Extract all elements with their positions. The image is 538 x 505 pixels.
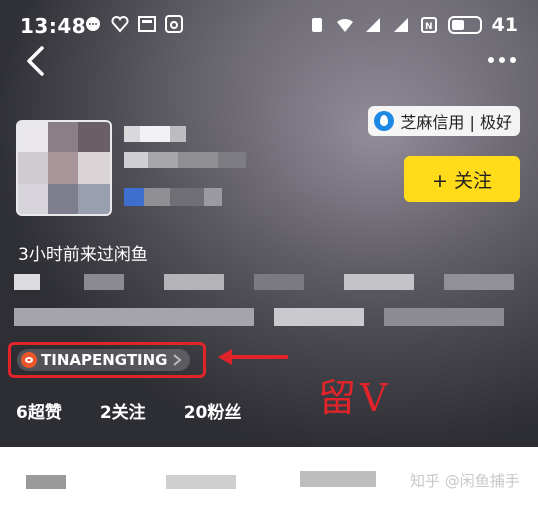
more-options-icon[interactable] <box>488 57 516 63</box>
follow-button[interactable]: + 关注 <box>404 156 520 202</box>
weibo-icon <box>21 352 37 368</box>
tab-placeholder-3[interactable] <box>300 471 376 487</box>
weibo-link[interactable]: TINAPENGTING <box>17 349 190 371</box>
stat-followers[interactable]: 20粉丝 <box>184 398 242 423</box>
user-tags-redacted <box>124 188 222 206</box>
sesame-credit-icon <box>374 111 395 131</box>
weibo-handle: TINAPENGTING <box>41 351 168 369</box>
user-avatar[interactable] <box>16 120 112 216</box>
back-arrow-icon[interactable] <box>24 44 46 78</box>
profile-stats: 6超赞 2关注 20粉丝 <box>16 398 241 423</box>
chat-bubble-icon <box>86 17 100 31</box>
weibo-link-highlight: TINAPENGTING <box>8 342 206 378</box>
nfc-icon: N <box>420 17 437 33</box>
battery-icon <box>447 16 482 34</box>
bio-redacted <box>14 274 524 332</box>
user-subinfo-redacted <box>124 152 246 168</box>
username-redacted <box>124 126 186 142</box>
sesame-credit-text: 芝麻信用 | 极好 <box>400 113 512 132</box>
signal-4g-icon-2 <box>393 18 408 32</box>
source-watermark: 知乎 @闲鱼捕手 <box>410 472 520 490</box>
stat-likes[interactable]: 6超赞 <box>16 398 62 423</box>
wifi-icon <box>336 18 353 32</box>
tab-placeholder-1[interactable] <box>26 475 66 489</box>
status-bar: 13:48 N 41 <box>0 0 538 50</box>
last-active-text: 3小时前来过闲鱼 <box>18 245 148 265</box>
status-left-icons <box>84 15 183 33</box>
svg-text:N: N <box>425 22 433 32</box>
vibrate-icon <box>311 18 322 32</box>
profile-header-background <box>0 0 538 447</box>
news-app-icon <box>138 16 156 32</box>
alarm-app-icon <box>165 15 183 33</box>
status-right-icons: N 41 <box>308 14 518 36</box>
handwritten-annotation: 留V <box>318 376 392 420</box>
annotation-arrow-icon <box>218 349 288 365</box>
signal-4g-icon-1 <box>365 18 380 32</box>
battery-level: 41 <box>491 14 518 36</box>
status-time: 13:48 <box>20 14 87 38</box>
sesame-credit-badge[interactable]: 芝麻信用 | 极好 <box>368 106 520 136</box>
stat-following[interactable]: 2关注 <box>100 398 146 423</box>
heart-shield-icon <box>111 16 129 33</box>
tab-placeholder-2[interactable] <box>166 475 236 489</box>
chevron-right-icon <box>172 354 182 366</box>
